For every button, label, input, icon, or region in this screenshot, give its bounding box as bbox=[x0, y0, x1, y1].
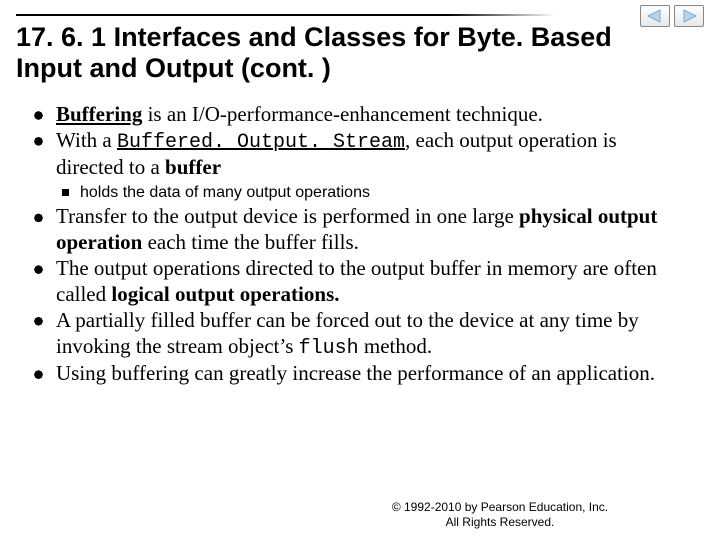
nav-arrows bbox=[640, 5, 704, 27]
left-triangle-icon bbox=[646, 9, 664, 23]
footer-line-2: All Rights Reserved. bbox=[360, 515, 640, 530]
bullet-2-pre: With a bbox=[56, 128, 117, 152]
bullet-2-code: Buffered. Output. Stream bbox=[117, 131, 405, 154]
bullet-1-rest: is an I/O-performance-enhancement techni… bbox=[142, 102, 543, 126]
bullet-5-code: flush bbox=[299, 337, 359, 360]
bullet-2-bold: buffer bbox=[165, 155, 221, 179]
decorative-shadow bbox=[0, 462, 210, 522]
bullet-3-rest: each time the buffer fills. bbox=[142, 230, 359, 254]
bullet-5: A partially filled buffer can be forced … bbox=[28, 308, 688, 361]
bullet-1-term: Buffering bbox=[56, 102, 142, 126]
next-button[interactable] bbox=[674, 5, 704, 27]
top-rule bbox=[16, 14, 556, 16]
bullet-4-bold: logical output operations. bbox=[111, 282, 339, 306]
copyright-footer: © 1992-2010 by Pearson Education, Inc. A… bbox=[360, 500, 640, 530]
bullet-3: Transfer to the output device is perform… bbox=[28, 204, 688, 256]
bullet-2: With a Buffered. Output. Stream, each ou… bbox=[28, 128, 688, 203]
bullet-1: Buffering is an I/O-performance-enhancem… bbox=[28, 102, 688, 128]
bullet-3-pre: Transfer to the output device is perform… bbox=[56, 204, 519, 228]
bullet-5-rest: method. bbox=[359, 334, 433, 358]
prev-button[interactable] bbox=[640, 5, 670, 27]
bullet-6: Using buffering can greatly increase the… bbox=[28, 361, 688, 387]
bullet-2-sub-1: holds the data of many output operations bbox=[56, 183, 688, 202]
right-triangle-icon bbox=[680, 9, 698, 23]
footer-line-1: © 1992-2010 by Pearson Education, Inc. bbox=[360, 500, 640, 515]
slide-content: Buffering is an I/O-performance-enhancem… bbox=[28, 102, 688, 387]
slide-title: 17. 6. 1 Interfaces and Classes for Byte… bbox=[16, 22, 636, 84]
bullet-4: The output operations directed to the ou… bbox=[28, 256, 688, 308]
